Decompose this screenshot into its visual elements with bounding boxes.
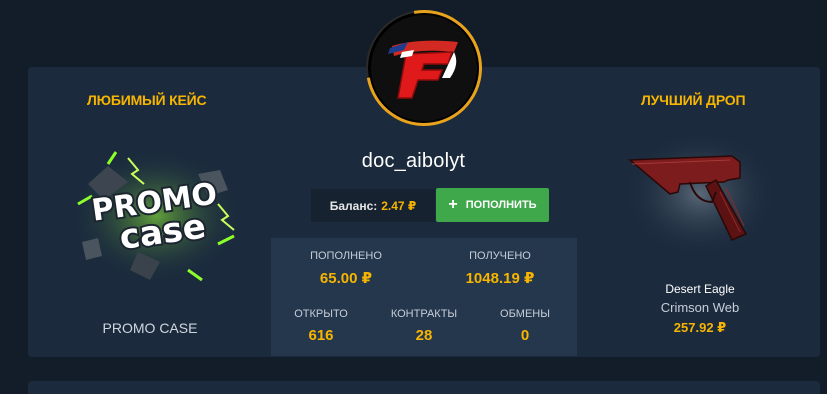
stat-received-label: ПОЛУЧЕНО bbox=[469, 250, 531, 262]
best-drop-title: ЛУЧШИЙ ДРОП bbox=[641, 92, 746, 108]
next-section-card bbox=[28, 381, 820, 394]
stat-trades: ОБМЕНЫ 0 bbox=[485, 308, 565, 344]
stat-deposited: ПОПОЛНЕНО 65.00 ₽ bbox=[291, 250, 401, 287]
desert-eagle-image[interactable] bbox=[620, 122, 780, 262]
favorite-case-name: PROMO CASE bbox=[102, 320, 198, 336]
stat-opened-label: ОТКРЫТО bbox=[294, 308, 348, 320]
page-scrollbar[interactable] bbox=[821, 0, 827, 394]
favorite-case-title: ЛЮБИМЫЙ КЕЙС bbox=[87, 92, 207, 108]
best-drop-price: 257.92 ₽ bbox=[673, 320, 727, 335]
stat-trades-value: 0 bbox=[520, 327, 530, 344]
best-drop-weapon: Desert Eagle bbox=[665, 282, 735, 296]
user-avatar[interactable] bbox=[343, 0, 505, 149]
plus-icon: + bbox=[448, 196, 458, 213]
stat-received: ПОЛУЧЕНО 1048.19 ₽ bbox=[445, 250, 555, 287]
stat-contracts: КОНТРАКТЫ 28 bbox=[379, 308, 469, 344]
topup-button-label: ПОПОЛНИТЬ bbox=[465, 199, 537, 211]
stat-contracts-label: КОНТРАКТЫ bbox=[390, 308, 458, 320]
stats-panel: ПОПОЛНЕНО 65.00 ₽ ПОЛУЧЕНО 1048.19 ₽ ОТК… bbox=[271, 238, 577, 356]
balance-value: 2.47 ₽ bbox=[381, 198, 417, 213]
stat-opened-value: 616 bbox=[308, 327, 334, 344]
best-drop-skin: Crimson Web bbox=[660, 300, 740, 315]
stat-received-value: 1048.19 ₽ bbox=[465, 270, 535, 287]
stat-opened: ОТКРЫТО 616 bbox=[281, 308, 361, 344]
balance-label: Баланс: bbox=[329, 198, 378, 213]
stat-deposited-value: 65.00 ₽ bbox=[319, 270, 373, 287]
balance-display: Баланс: 2.47 ₽ bbox=[311, 189, 435, 222]
stat-deposited-label: ПОПОЛНЕНО bbox=[310, 250, 382, 262]
stat-trades-label: ОБМЕНЫ bbox=[500, 308, 550, 320]
stat-contracts-value: 28 bbox=[415, 327, 433, 344]
topup-button[interactable]: + ПОПОЛНИТЬ bbox=[436, 188, 549, 222]
faze-clan-logo-icon bbox=[388, 40, 458, 99]
